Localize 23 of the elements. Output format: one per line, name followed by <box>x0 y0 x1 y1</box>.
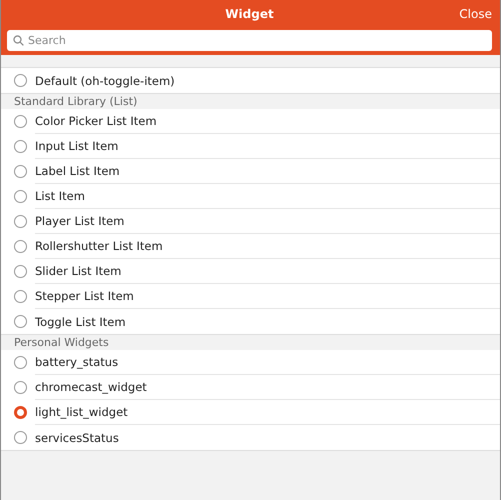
radio-button[interactable] <box>14 315 27 328</box>
radio-button[interactable] <box>14 115 27 128</box>
radio-button[interactable] <box>14 381 27 394</box>
item-label: Default (oh-toggle-item) <box>35 72 176 90</box>
radio-button[interactable] <box>14 431 27 444</box>
list-item[interactable]: Toggle List Item <box>1 309 500 334</box>
list-item[interactable]: servicesStatus <box>1 425 500 450</box>
radio-button[interactable] <box>14 140 27 153</box>
radio-button[interactable] <box>14 265 27 278</box>
search-field[interactable]: Search <box>7 30 492 51</box>
item-label: servicesStatus <box>35 430 120 446</box>
radio-button[interactable] <box>14 74 27 87</box>
item-label: Toggle List Item <box>35 314 127 330</box>
dialog-title: Widget <box>225 6 274 20</box>
radio-button[interactable] <box>14 406 27 419</box>
radio-button[interactable] <box>14 240 27 253</box>
close-button[interactable]: Close <box>459 6 492 20</box>
radio-button[interactable] <box>14 356 27 369</box>
radio-button[interactable] <box>14 190 27 203</box>
radio-button[interactable] <box>14 215 27 228</box>
radio-button[interactable] <box>14 165 27 178</box>
list-item[interactable]: Default (oh-toggle-item) <box>1 68 500 93</box>
radio-button[interactable] <box>14 290 27 303</box>
